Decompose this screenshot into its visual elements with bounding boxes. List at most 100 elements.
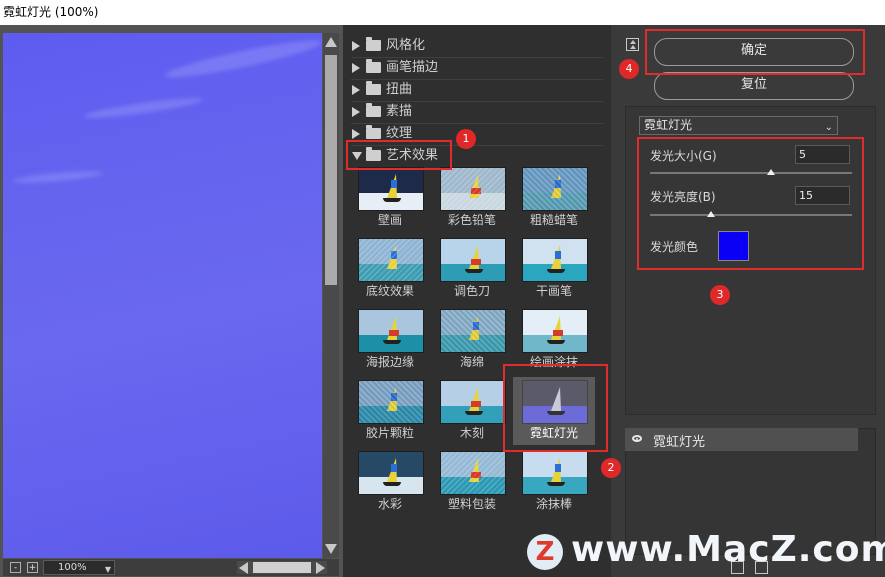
- filter-rough-pastels[interactable]: 粗糙蜡笔: [521, 167, 588, 227]
- filter-neon-glow[interactable]: 霓虹灯光: [513, 377, 595, 445]
- glow-size-slider[interactable]: [650, 172, 852, 174]
- glow-size-slider-thumb[interactable]: [767, 169, 776, 175]
- annotation-badge: 4: [619, 59, 639, 79]
- filter-label: 涂抹棒: [535, 497, 572, 511]
- filter-label: 胶片颗粒: [365, 426, 414, 440]
- scroll-down-icon[interactable]: [325, 544, 337, 554]
- filter-thumbnail: [358, 309, 424, 353]
- glow-brightness-label: 发光亮度(B): [650, 190, 716, 204]
- folder-icon: [366, 125, 381, 139]
- filter-thumbnail: [522, 380, 588, 424]
- filter-plastic-wrap[interactable]: 塑料包装: [439, 451, 506, 511]
- filter-paint-daubs[interactable]: 绘画涂抹: [521, 309, 588, 369]
- filter-label: 水彩: [377, 497, 402, 511]
- filter-label: 壁画: [377, 213, 402, 227]
- filter-thumbnail: [358, 380, 424, 424]
- preview-image[interactable]: [3, 33, 323, 558]
- filter-label: 霓虹灯光: [529, 426, 578, 440]
- folder-icon: [366, 103, 381, 117]
- ok-button[interactable]: 确定: [654, 38, 854, 66]
- effect-layer-label: 霓虹灯光: [653, 435, 706, 450]
- collapse-browser-icon[interactable]: [626, 38, 639, 51]
- folder-icon: [366, 59, 381, 73]
- filter-thumbnail: [440, 309, 506, 353]
- filter-sponge[interactable]: 海绵: [439, 309, 506, 369]
- filter-cutout[interactable]: 木刻: [439, 380, 506, 440]
- category-label: 素描: [386, 104, 413, 119]
- scroll-thumb-horizontal[interactable]: [253, 562, 311, 573]
- filter-thumbnail: [522, 167, 588, 211]
- filter-dry-brush[interactable]: 干画笔: [521, 238, 588, 298]
- expand-arrow-icon: [352, 128, 360, 139]
- filter-label: 海绵: [459, 355, 484, 369]
- annotation-badge: 2: [601, 458, 621, 478]
- filter-thumbnail: [522, 309, 588, 353]
- watermark-logo: Z: [527, 534, 563, 570]
- scroll-right-icon[interactable]: [316, 562, 325, 574]
- zoom-value: 100%: [58, 562, 87, 573]
- filter-film-grain[interactable]: 胶片颗粒: [357, 380, 424, 440]
- glow-color-swatch[interactable]: [718, 231, 749, 261]
- filter-label: 粗糙蜡笔: [529, 213, 578, 227]
- collapse-arrow-icon: [352, 151, 362, 160]
- filter-thumbnail: [440, 380, 506, 424]
- filter-smudge-stick[interactable]: 涂抹棒: [521, 451, 588, 511]
- filter-label: 彩色铅笔: [447, 213, 496, 227]
- filter-underpainting[interactable]: 底纹效果: [357, 238, 424, 298]
- preview-horizontal-scrollbar[interactable]: [237, 561, 327, 574]
- filter-poster-edges[interactable]: 海报边缘: [357, 309, 424, 369]
- category-label: 扭曲: [386, 82, 413, 97]
- expand-arrow-icon: [352, 106, 360, 117]
- filter-thumbnail: [522, 451, 588, 495]
- folder-open-icon: [366, 147, 381, 161]
- glow-brightness-input[interactable]: 15: [795, 186, 850, 205]
- category-artistic[interactable]: 艺术效果: [352, 145, 438, 167]
- filter-thumbnail: [358, 238, 424, 282]
- window-title: 霓虹灯光 (100%): [0, 0, 885, 25]
- zoom-in-button[interactable]: +: [27, 562, 38, 573]
- reset-button[interactable]: 复位: [654, 72, 854, 100]
- glow-brightness-slider[interactable]: [650, 214, 852, 216]
- filter-palette-knife[interactable]: 调色刀: [439, 238, 506, 298]
- category-label: 风格化: [386, 38, 426, 53]
- scroll-up-icon[interactable]: [325, 37, 337, 47]
- glow-size-label: 发光大小(G): [650, 149, 717, 163]
- expand-arrow-icon: [352, 62, 360, 73]
- category-stylize[interactable]: 风格化: [352, 35, 425, 57]
- zoom-select[interactable]: 100% ▼: [43, 560, 115, 575]
- filter-label: 木刻: [459, 426, 484, 440]
- category-label: 艺术效果: [386, 148, 439, 163]
- chevron-down-icon: ▼: [104, 565, 111, 574]
- folder-icon: [366, 37, 381, 51]
- expand-arrow-icon: [352, 84, 360, 95]
- filter-label: 海报边缘: [365, 355, 414, 369]
- filter-thumbnail: [522, 238, 588, 282]
- effect-layer-item[interactable]: 霓虹灯光: [625, 428, 858, 451]
- preview-vertical-scrollbar[interactable]: [323, 33, 339, 558]
- filter-fresco[interactable]: 壁画: [357, 167, 424, 227]
- glow-brightness-slider-thumb[interactable]: [706, 211, 715, 217]
- filter-colored-pencil[interactable]: 彩色铅笔: [439, 167, 506, 227]
- filter-dropdown-value: 霓虹灯光: [644, 118, 693, 132]
- filter-label: 绘画涂抹: [529, 355, 578, 369]
- annotation-badge: 1: [456, 129, 476, 149]
- filter-label: 底纹效果: [365, 284, 414, 298]
- filter-dropdown[interactable]: 霓虹灯光 ⌄: [639, 116, 838, 135]
- chevron-down-icon: ⌄: [824, 122, 833, 133]
- annotation-badge: 3: [710, 285, 730, 305]
- filter-thumbnail: [440, 167, 506, 211]
- filter-watercolor[interactable]: 水彩: [357, 451, 424, 511]
- zoom-bar: - + 100% ▼: [3, 559, 339, 576]
- category-sketch[interactable]: 素描: [352, 101, 412, 123]
- scroll-left-icon[interactable]: [239, 562, 248, 574]
- category-texture[interactable]: 纹理: [352, 123, 412, 145]
- zoom-out-button[interactable]: -: [10, 562, 21, 573]
- glow-size-input[interactable]: 5: [795, 145, 850, 164]
- scroll-thumb[interactable]: [325, 55, 337, 285]
- eye-icon[interactable]: [632, 435, 642, 442]
- glow-color-label: 发光颜色: [650, 240, 699, 254]
- category-brush-strokes[interactable]: 画笔描边: [352, 57, 438, 79]
- category-label: 画笔描边: [386, 60, 439, 75]
- category-distort[interactable]: 扭曲: [352, 79, 412, 101]
- expand-arrow-icon: [352, 40, 360, 51]
